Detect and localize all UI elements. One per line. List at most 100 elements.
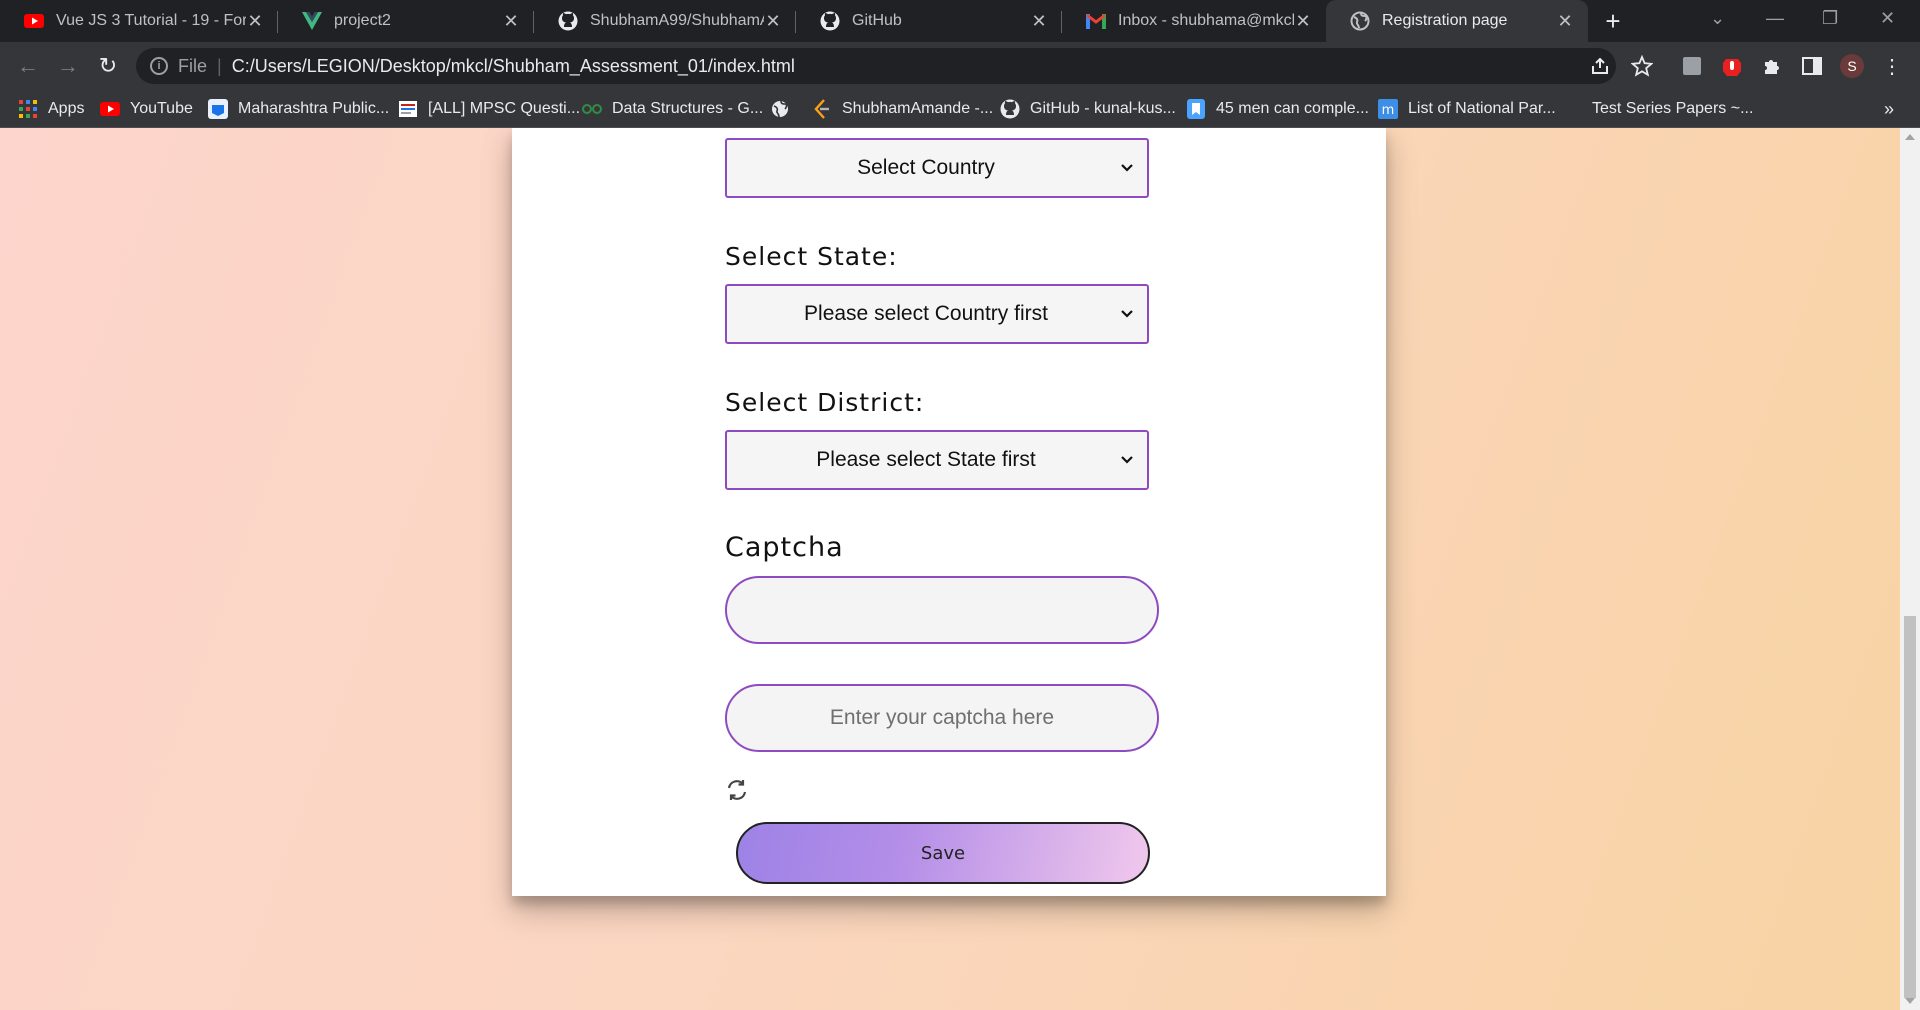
tab-strip: Vue JS 3 Tutorial - 19 - Form ✕ project2… (0, 0, 1920, 42)
globe-icon (770, 99, 790, 119)
close-window-button[interactable]: ✕ (1880, 8, 1895, 29)
bookmark-mpsc-questions[interactable]: [ALL] MPSC Questi... (398, 90, 580, 128)
district-label: Select District: (725, 388, 925, 417)
bookmark-label: Maharashtra Public... (238, 100, 390, 117)
save-button[interactable]: Save (736, 822, 1150, 884)
tab-title: Vue JS 3 Tutorial - 19 - Form (56, 12, 246, 29)
profile-avatar[interactable]: S (1840, 54, 1864, 78)
gfg-icon (582, 99, 602, 119)
back-button[interactable]: ← (14, 52, 42, 80)
menu-kebab-icon[interactable]: ⋮ (1880, 54, 1904, 78)
bookmark-label: [ALL] MPSC Questi... (428, 100, 581, 117)
github-icon (820, 11, 840, 31)
refresh-captcha-icon[interactable] (725, 778, 749, 802)
close-icon[interactable]: ✕ (1556, 11, 1574, 32)
close-icon[interactable]: ✕ (502, 11, 520, 32)
scroll-thumb[interactable] (1904, 616, 1916, 998)
bookmark-label: Apps (48, 100, 85, 117)
tab-title: ShubhamA99/ShubhamAm (590, 12, 764, 29)
youtube-icon (24, 11, 44, 31)
restore-button[interactable]: ❐ (1822, 8, 1838, 29)
tab-github[interactable]: GitHub ✕ (796, 0, 1062, 42)
bookmark-45-men[interactable]: 45 men can comple... (1186, 90, 1369, 128)
bookmark-label: 45 men can comple... (1216, 100, 1369, 117)
bookmark-youtube[interactable]: YouTube (100, 90, 193, 128)
close-icon[interactable]: ✕ (1030, 11, 1048, 32)
tab-title: project2 (334, 12, 391, 29)
close-icon[interactable]: ✕ (764, 11, 782, 32)
doc-icon (398, 99, 418, 119)
bookmark-maharashtra-public[interactable]: Maharashtra Public... (208, 90, 389, 128)
registration-form-card (512, 128, 1386, 896)
share-icon[interactable] (1588, 54, 1612, 78)
new-tab-button[interactable]: + (1598, 6, 1628, 36)
bookmark-apps[interactable]: Apps (18, 90, 84, 128)
minimize-button[interactable]: — (1766, 8, 1784, 29)
captcha-display (725, 576, 1159, 644)
district-select-value: Please select State first (816, 448, 1036, 471)
leetcode-icon (812, 99, 832, 119)
bookmark-label: ShubhamAmande -... (842, 100, 994, 117)
bookmarks-bar: Apps YouTube Maharashtra Public... [ALL]… (0, 90, 1920, 128)
extensions-puzzle-icon[interactable] (1760, 54, 1784, 78)
svg-text:m: m (1382, 103, 1395, 118)
adblock-hand-icon[interactable] (1720, 54, 1744, 78)
profile-initial: S (1847, 58, 1857, 74)
chevron-down-icon (1115, 163, 1139, 173)
forward-button[interactable]: → (54, 52, 82, 80)
address-scheme: File (178, 55, 208, 76)
bookmark-label: List of National Par... (1408, 100, 1556, 117)
vue-icon (302, 11, 322, 31)
tab-project2[interactable]: project2 ✕ (278, 0, 534, 42)
captcha-input[interactable]: Enter your captcha here (725, 684, 1159, 752)
bookmark-label: Data Structures - G... (612, 100, 764, 117)
tab-gmail-inbox[interactable]: Inbox - shubhama@mkcl.or ✕ (1062, 0, 1326, 42)
tab-github-repo[interactable]: ShubhamA99/ShubhamAm ✕ (534, 0, 796, 42)
state-select[interactable]: Please select Country first (725, 284, 1149, 344)
github-icon (558, 11, 578, 31)
reload-button[interactable]: ↻ (94, 52, 122, 80)
district-select[interactable]: Please select State first (725, 430, 1149, 490)
bookmark-test-series[interactable]: Test Series Papers ~... (1592, 90, 1753, 128)
close-icon[interactable]: ✕ (246, 11, 264, 32)
apps-grid-icon (18, 99, 38, 119)
scroll-up-arrow[interactable] (1905, 134, 1915, 140)
tab-registration-page[interactable]: Registration page ✕ (1326, 0, 1588, 42)
m-icon: m (1378, 99, 1398, 119)
bookmark-label: YouTube (130, 100, 193, 117)
chevron-down-icon (1115, 309, 1139, 319)
state-label: Select State: (725, 242, 898, 271)
star-icon[interactable] (1630, 54, 1654, 78)
bookmark-national-parks[interactable]: m List of National Par... (1378, 90, 1556, 128)
close-icon[interactable]: ✕ (1294, 11, 1312, 32)
page-viewport: Select Country Select State: Please sele… (0, 128, 1900, 1010)
country-select-value: Select Country (857, 156, 995, 179)
state-select-value: Please select Country first (804, 302, 1048, 325)
bookmark-label: Test Series Papers ~... (1592, 100, 1754, 117)
country-select[interactable]: Select Country (725, 138, 1149, 198)
captcha-label: Captcha (725, 532, 844, 563)
page-scrollbar[interactable] (1900, 128, 1920, 1010)
tab-title: Inbox - shubhama@mkcl.or (1118, 12, 1294, 29)
info-icon[interactable]: i (150, 57, 168, 75)
globe-icon (1350, 11, 1370, 31)
tab-vue-tutorial[interactable]: Vue JS 3 Tutorial - 19 - Form ✕ (0, 0, 278, 42)
mpsc-icon (208, 99, 228, 119)
bookmark-app-icon (1186, 99, 1206, 119)
scroll-down-arrow[interactable] (1905, 998, 1915, 1004)
bookmark-data-structures[interactable]: Data Structures - G... (582, 90, 763, 128)
more-bookmarks-button[interactable]: » (1884, 90, 1894, 128)
bookmark-globe[interactable] (770, 90, 800, 128)
bookmark-label: GitHub - kunal-kus... (1030, 100, 1176, 117)
bookmark-leetcode-profile[interactable]: ShubhamAmande -... (812, 90, 993, 128)
github-icon (1000, 99, 1020, 119)
chevron-down-icon (1115, 455, 1139, 465)
tab-search-icon[interactable]: ⌄ (1710, 8, 1725, 29)
gmail-icon (1086, 11, 1106, 31)
browser-toolbar: ← → ↻ i File | C:/Users/LEGION/Desktop/m… (0, 42, 1920, 90)
bookmark-github-kunal[interactable]: GitHub - kunal-kus... (1000, 90, 1176, 128)
extension-square-icon[interactable] (1680, 54, 1704, 78)
tab-title: GitHub (852, 12, 902, 29)
side-panel-icon[interactable] (1800, 54, 1824, 78)
address-bar[interactable]: i File | C:/Users/LEGION/Desktop/mkcl/Sh… (136, 48, 1616, 84)
